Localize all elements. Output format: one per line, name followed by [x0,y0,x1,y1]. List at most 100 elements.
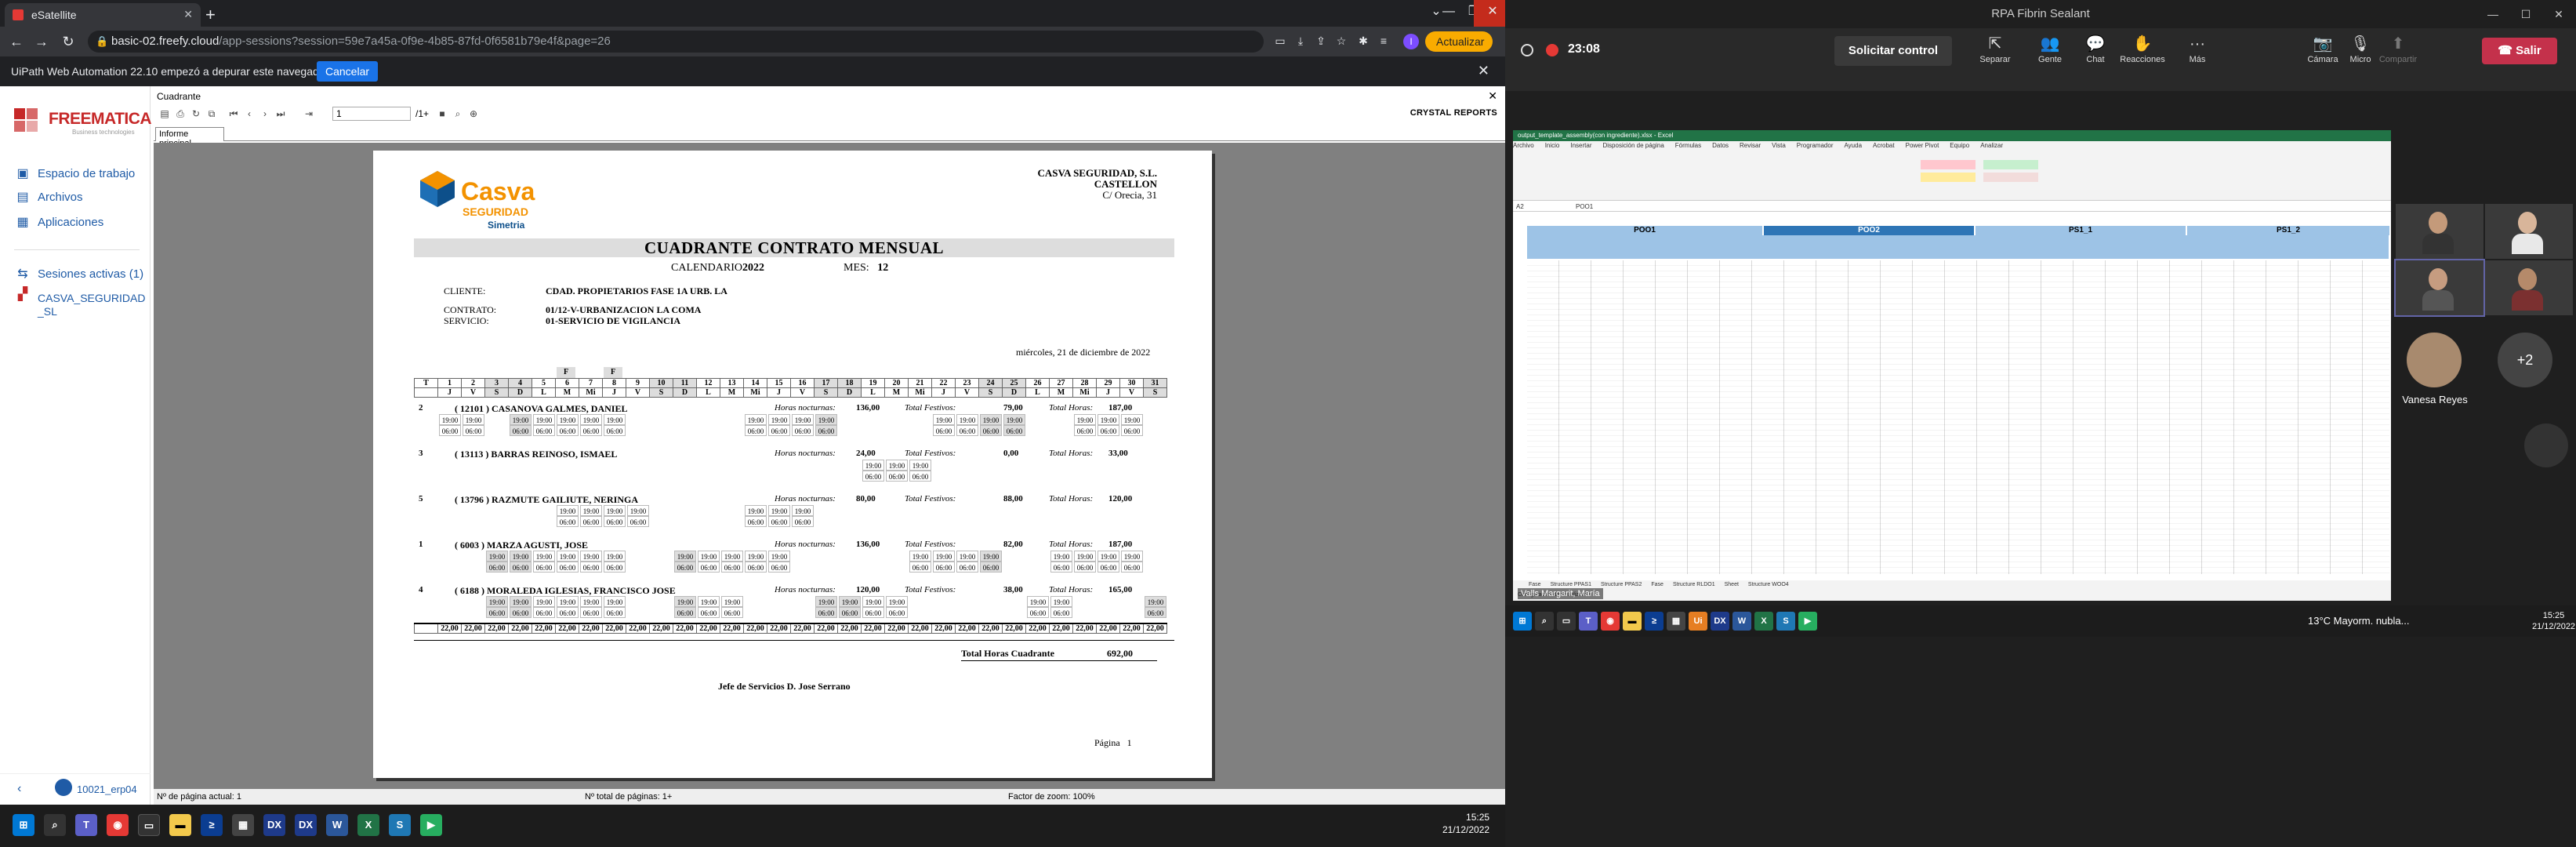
sap-icon[interactable]: S [1776,612,1795,631]
excel-menu-item[interactable]: Revisar [1740,142,1761,149]
weather-widget[interactable]: 13°C Mayorm. nubla... [2308,615,2409,627]
taskview-icon[interactable]: ▭ [138,814,160,836]
windows-start-icon[interactable]: ⊞ [1513,612,1532,631]
menu-icon[interactable]: ≡ [1377,35,1391,49]
taskbar-clock[interactable]: 15:25 21/12/2022 [1442,811,1489,836]
excel-menu-item[interactable]: Power Pivot [1906,142,1939,149]
browser-tab[interactable]: eSatellite ✕ [5,3,201,27]
collapse-chevron-icon[interactable]: ‹ [17,782,21,796]
app-icon[interactable]: ▦ [232,814,254,836]
minimize-button[interactable]: — [2477,0,2509,28]
excel-menu-item[interactable]: Insertar [1570,142,1591,149]
explorer-icon[interactable]: ▬ [1623,612,1642,631]
page-number-input[interactable]: 1 [332,107,411,121]
share-icon[interactable]: ⇪ [1314,35,1328,49]
excel-menu-item[interactable]: Acrobat [1873,142,1895,149]
excel-menu-item[interactable]: Fórmulas [1675,142,1701,149]
search-icon[interactable]: ⌕ [44,814,66,836]
bookmark-star-icon[interactable]: ☆ [1334,35,1348,49]
zoom-icon[interactable]: ⊕ [467,108,480,121]
excel-menu-item[interactable]: Archivo [1513,142,1534,149]
extension-puzzle-icon[interactable]: ✱ [1356,35,1370,49]
excel-menu-item[interactable]: Analizar [1980,142,2003,149]
uipath-icon[interactable]: Ui [1689,612,1707,631]
dx-icon[interactable]: DX [1711,612,1729,631]
sheet-tab[interactable]: Structure WOO4 [1748,582,1789,587]
green-app-icon[interactable]: ▶ [1798,612,1817,631]
taskview-icon[interactable]: ▭ [1557,612,1576,631]
report-canvas[interactable]: Casva SEGURIDAD Simetria CASVA SEGURIDAD… [154,143,1505,789]
sap-icon[interactable]: S [389,814,411,836]
excel-menu-item[interactable]: Programador [1797,142,1834,149]
sheet-tab[interactable]: Structure PPAS1 [1551,582,1591,587]
print-icon[interactable]: ⎙ [174,108,187,121]
taskbar-clock[interactable]: 15:25 21/12/2022 [2532,610,2575,632]
mic-button[interactable]: 🎙 Micro [2333,33,2388,64]
dx2-icon[interactable]: DX [295,814,317,836]
search-icon[interactable]: ⌕ [452,108,464,121]
goto-page-icon[interactable]: ⇥ [303,108,315,121]
excel-menu-item[interactable]: Equipo [1950,142,1969,149]
app-icon[interactable]: ▦ [1667,612,1685,631]
teams-icon[interactable]: T [1579,612,1598,631]
more-participants[interactable]: +2 [2498,333,2552,387]
word-icon[interactable]: W [1732,612,1751,631]
excel-icon[interactable]: X [357,814,379,836]
prev-page-icon[interactable]: ‹ [243,108,256,121]
powershell-icon[interactable]: ≥ [1645,612,1664,631]
download-icon[interactable]: ⤓ [1293,35,1308,49]
windows-start-icon[interactable]: ⊞ [13,814,34,836]
close-tab-icon[interactable]: ✕ [183,8,193,21]
more-button[interactable]: ··· Más [2170,33,2225,64]
request-control-button[interactable]: Solicitar control [1834,36,1952,66]
teams-icon[interactable]: T [75,814,97,836]
dx-icon[interactable]: DX [263,814,285,836]
popout-button[interactable]: ⇱ Separar [1968,33,2023,64]
powershell-icon[interactable]: ≥ [201,814,223,836]
chrome-icon[interactable]: ◉ [107,814,129,836]
stop-icon[interactable]: ■ [436,108,448,121]
close-window-button[interactable]: ✕ [2543,0,2574,28]
participant-video-active[interactable] [2394,259,2485,317]
leave-button[interactable]: ☎ Salir [2482,38,2557,64]
name-box[interactable]: A2 [1516,202,1524,212]
screen-cast-icon[interactable]: ▭ [1273,35,1287,49]
export-icon[interactable]: ▤ [158,108,171,121]
formula-input[interactable]: POO1 [1576,202,1593,212]
excel-menu-item[interactable]: Disposición de página [1603,142,1664,149]
last-page-icon[interactable]: ⏭ [274,108,287,121]
sidebar-item-apps[interactable]: ▦ Aplicaciones [14,212,147,234]
cancel-debug-button[interactable]: Cancelar [317,61,378,82]
excel-menu-item[interactable]: Ayuda [1844,142,1862,149]
first-page-icon[interactable]: ⏮ [227,108,240,121]
sidebar-item-sessions[interactable]: ⇆ Sesiones activas (1) [14,264,147,285]
participant-video[interactable] [2396,204,2483,259]
close-window-button[interactable]: ✕ [1474,0,1505,27]
sidebar-item-workspace[interactable]: ▣ Espacio de trabajo [14,163,147,185]
sheet-tab[interactable]: Structure PPAS2 [1601,582,1642,587]
profile-avatar[interactable]: I [1403,34,1419,49]
sidebar-item-session-casva[interactable]: ▞ CASVA_SEGURIDAD_SL [14,289,147,320]
sheet-tab[interactable]: Fase [1529,582,1541,587]
sheet-tab[interactable]: Fase [1651,582,1664,587]
participant-video[interactable] [2485,204,2573,259]
reactions-button[interactable]: ✋ Reacciones [2115,33,2170,64]
sheet-tab[interactable]: Structure RLDO1 [1673,582,1715,587]
new-tab-button[interactable]: + [205,5,216,25]
excel-menu-item[interactable]: Datos [1712,142,1729,149]
participant-avatar[interactable] [2407,333,2462,387]
search-icon[interactable]: ⌕ [1535,612,1554,631]
sheet-tab[interactable]: Sheet [1725,582,1739,587]
user-name[interactable]: 10021_erp04 [77,783,137,795]
tab-main-report[interactable]: Informe principal [155,127,224,148]
reload-button[interactable]: ↻ [58,31,78,52]
refresh-icon[interactable]: ↻ [190,108,202,121]
word-icon[interactable]: W [326,814,348,836]
back-button[interactable]: ← [6,31,27,52]
explorer-icon[interactable]: ▬ [169,814,191,836]
green-app-icon[interactable]: ▶ [420,814,442,836]
url-input[interactable]: 🔒 basic-02.freefy.cloud/app-sessions?ses… [88,31,1264,53]
data-rows[interactable] [1527,260,2389,574]
excel-menu-item[interactable]: Inicio [1545,142,1560,149]
participant-video[interactable] [2485,260,2573,315]
